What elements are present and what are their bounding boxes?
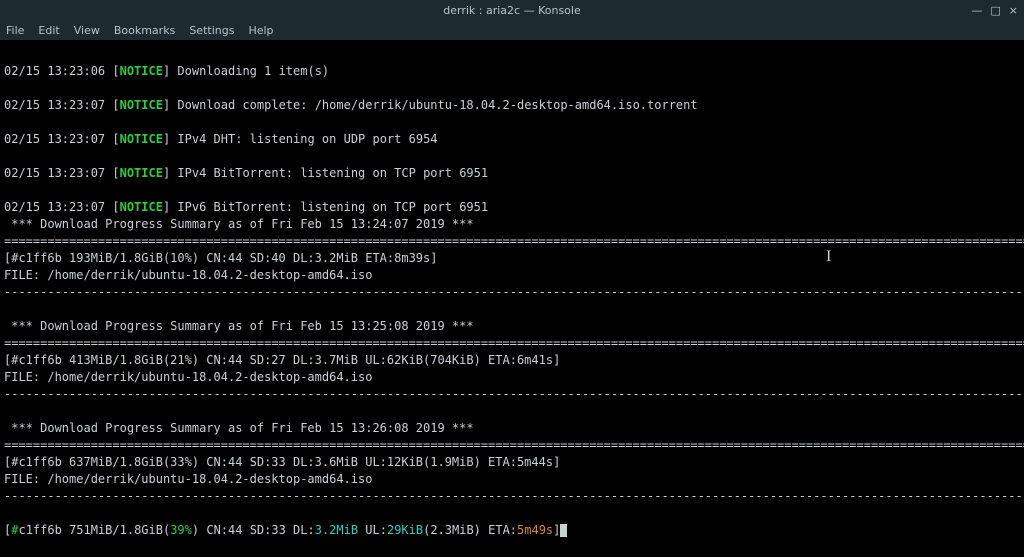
summary-file: FILE: /home/derrik/ubuntu-18.04.2-deskto…: [4, 369, 1020, 386]
minimize-button[interactable]: —: [971, 4, 982, 17]
bracket: [: [112, 166, 119, 180]
bracket: ]: [553, 523, 560, 537]
live-dl: 3.2MiB: [315, 523, 358, 537]
live-ul-total: (2.3MiB): [423, 523, 481, 537]
blank-line: [4, 114, 1020, 131]
separator-dash: ----------------------------------------…: [4, 284, 1020, 301]
separator-eq: ========================================…: [4, 233, 1020, 250]
bracket: [: [112, 200, 119, 214]
separator-dash: ----------------------------------------…: [4, 386, 1020, 403]
bracket: [: [112, 98, 119, 112]
log-line: 02/15 13:23:07 [NOTICE] IPv4 BitTorrent:…: [4, 165, 1020, 182]
window: derrik : aria2c — Konsole — □ × File Edi…: [0, 0, 1024, 557]
live-eta-label: ETA:: [481, 523, 517, 537]
bracket: [: [112, 64, 119, 78]
menu-help[interactable]: Help: [248, 24, 273, 37]
timestamp: 02/15 13:23:07: [4, 98, 112, 112]
blank-line: [4, 403, 1020, 420]
summary-header: *** Download Progress Summary as of Fri …: [4, 216, 1020, 233]
separator-dash: ----------------------------------------…: [4, 488, 1020, 505]
timestamp: 02/15 13:23:07: [4, 132, 112, 146]
summary-stat: [#c1ff6b 413MiB/1.8GiB(21%) CN:44 SD:27 …: [4, 352, 1020, 369]
log-line: 02/15 13:23:07 [NOTICE] Download complet…: [4, 97, 1020, 114]
menu-view[interactable]: View: [74, 24, 100, 37]
close-button[interactable]: ×: [1009, 4, 1018, 17]
summary-file: FILE: /home/derrik/ubuntu-18.04.2-deskto…: [4, 471, 1020, 488]
summary-stat: [#c1ff6b 193MiB/1.8GiB(10%) CN:44 SD:40 …: [4, 250, 1020, 267]
blank-line: [4, 46, 1020, 63]
live-ul: 29KiB: [387, 523, 423, 537]
log-message: IPv4 BitTorrent: listening on TCP port 6…: [170, 166, 488, 180]
notice-tag: NOTICE: [120, 166, 163, 180]
blank-line: [4, 148, 1020, 165]
live-ul-label: UL:: [358, 523, 387, 537]
blank-line: [4, 301, 1020, 318]
summary-header: *** Download Progress Summary as of Fri …: [4, 318, 1020, 335]
titlebar[interactable]: derrik : aria2c — Konsole — □ ×: [0, 0, 1024, 20]
menubar: File Edit View Bookmarks Settings Help: [0, 20, 1024, 40]
log-line: 02/15 13:23:07 [NOTICE] IPv6 BitTorrent:…: [4, 199, 1020, 216]
summary-file: FILE: /home/derrik/ubuntu-18.04.2-deskto…: [4, 267, 1020, 284]
live-id: c1ff6b 751MiB/1.8GiB: [18, 523, 163, 537]
bracket: [: [112, 132, 119, 146]
summary-stat: [#c1ff6b 637MiB/1.8GiB(33%) CN:44 SD:33 …: [4, 454, 1020, 471]
blank-line: [4, 182, 1020, 199]
live-eta: 5m49s: [517, 523, 553, 537]
live-percent: 39%: [170, 523, 192, 537]
notice-tag: NOTICE: [120, 200, 163, 214]
menu-bookmarks[interactable]: Bookmarks: [114, 24, 175, 37]
timestamp: 02/15 13:23:07: [4, 166, 112, 180]
log-message: Download complete: /home/derrik/ubuntu-1…: [170, 98, 697, 112]
log-message: Downloading 1 item(s): [170, 64, 329, 78]
text-cursor-icon: I: [826, 248, 831, 265]
blank-line: [4, 505, 1020, 522]
summary-header: *** Download Progress Summary as of Fri …: [4, 420, 1020, 437]
window-controls: — □ ×: [971, 4, 1018, 17]
timestamp: 02/15 13:23:07: [4, 200, 112, 214]
log-line: 02/15 13:23:07 [NOTICE] IPv4 DHT: listen…: [4, 131, 1020, 148]
live-progress-line: [#c1ff6b 751MiB/1.8GiB(39%) CN:44 SD:33 …: [4, 522, 1020, 539]
live-cn: CN:44 SD:33 DL:: [199, 523, 315, 537]
separator-eq: ========================================…: [4, 437, 1020, 454]
log-line: 02/15 13:23:06 [NOTICE] Downloading 1 it…: [4, 63, 1020, 80]
log-message: IPv4 DHT: listening on UDP port 6954: [170, 132, 437, 146]
menu-file[interactable]: File: [6, 24, 24, 37]
blank-line: [4, 80, 1020, 97]
notice-tag: NOTICE: [120, 132, 163, 146]
terminal-output[interactable]: 02/15 13:23:06 [NOTICE] Downloading 1 it…: [0, 40, 1024, 557]
separator-eq: ========================================…: [4, 335, 1020, 352]
log-message: IPv6 BitTorrent: listening on TCP port 6…: [170, 200, 488, 214]
timestamp: 02/15 13:23:06: [4, 64, 112, 78]
menu-edit[interactable]: Edit: [38, 24, 59, 37]
maximize-button[interactable]: □: [990, 4, 1000, 17]
window-title: derrik : aria2c — Konsole: [443, 4, 580, 17]
terminal-cursor-icon: [560, 524, 567, 537]
menu-settings[interactable]: Settings: [189, 24, 234, 37]
notice-tag: NOTICE: [120, 98, 163, 112]
notice-tag: NOTICE: [120, 64, 163, 78]
